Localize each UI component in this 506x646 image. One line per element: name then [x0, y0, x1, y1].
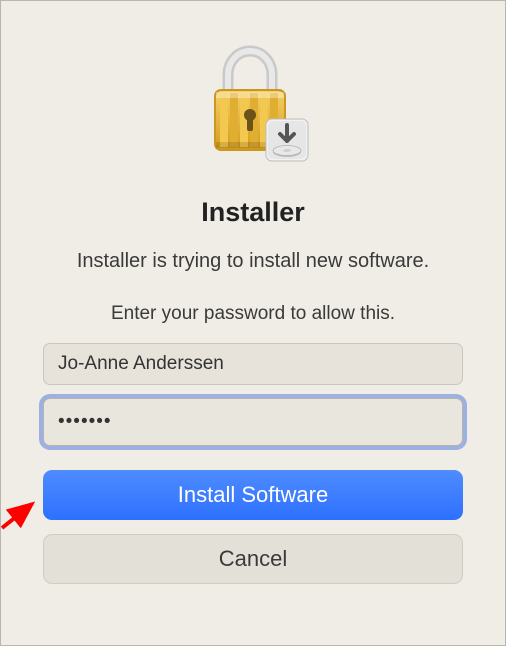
username-field[interactable]	[43, 343, 463, 385]
dialog-message: Installer is trying to install new softw…	[77, 250, 429, 273]
credentials-fields	[43, 343, 463, 446]
cancel-button[interactable]: Cancel	[43, 534, 463, 584]
auth-dialog: Installer Installer is trying to install…	[0, 0, 506, 646]
dialog-submessage: Enter your password to allow this.	[111, 303, 395, 325]
password-field[interactable]	[43, 398, 463, 446]
lock-icon	[188, 39, 318, 169]
install-software-button[interactable]: Install Software	[43, 470, 463, 520]
installer-badge-icon	[266, 119, 308, 161]
password-wrap	[43, 398, 463, 446]
dialog-title: Installer	[201, 197, 305, 228]
dialog-buttons: Install Software Cancel	[43, 470, 463, 584]
